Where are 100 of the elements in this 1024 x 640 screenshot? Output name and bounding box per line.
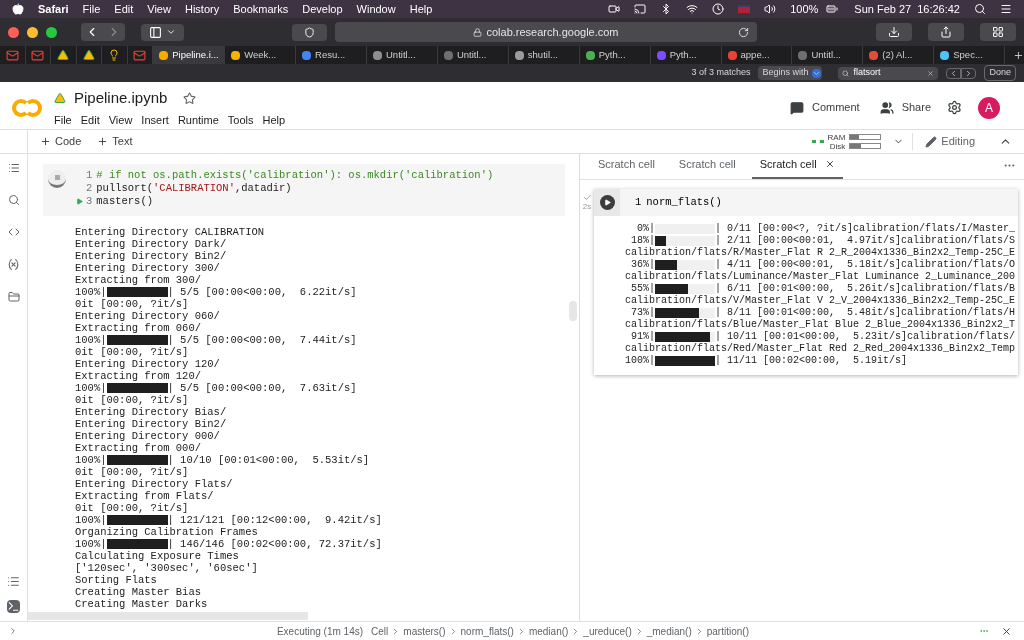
scratch-tab[interactable]: Scratch cell: [670, 155, 744, 179]
drive-icon[interactable]: [57, 49, 70, 61]
menu-item[interactable]: Help: [409, 0, 433, 18]
menu-item[interactable]: Window: [356, 0, 396, 18]
control-center-icon[interactable]: [1000, 3, 1012, 15]
mail-icon[interactable]: [133, 48, 147, 62]
address-bar[interactable]: colab.research.google.com: [335, 22, 757, 42]
code-snippets-icon[interactable]: [7, 226, 20, 238]
notebook-title[interactable]: Pipeline.ipynb: [74, 87, 168, 110]
scratch-tab[interactable]: Scratch cell: [751, 155, 843, 179]
editing-mode-button[interactable]: Editing: [912, 133, 987, 150]
terminal-icon[interactable]: [7, 600, 20, 613]
menu-date[interactable]: Sun Feb 27: [854, 0, 912, 18]
breadcrumb-item[interactable]: median(): [528, 623, 569, 639]
breadcrumb-item[interactable]: masters(): [403, 623, 446, 639]
menu-item[interactable]: Insert: [141, 111, 169, 128]
share-button[interactable]: [928, 23, 964, 41]
breadcrumb-item[interactable]: norm_flats(): [460, 623, 514, 639]
output-text: | 4/11 [00:00<00:01, 5.18it/s]calibration/flats/O: [715, 259, 1016, 271]
next-match-button[interactable]: [961, 67, 977, 79]
breadcrumb-item[interactable]: _ureduce(): [583, 623, 632, 639]
search-icon[interactable]: [974, 3, 986, 15]
volume-icon[interactable]: [764, 3, 777, 15]
menu-item[interactable]: Runtime: [177, 111, 219, 128]
find-field[interactable]: flatsort: [838, 66, 939, 80]
menu-item[interactable]: View: [147, 0, 171, 18]
clock-icon[interactable]: [712, 3, 725, 15]
airplay-icon[interactable]: [634, 3, 647, 15]
menu-time[interactable]: 16:26:42: [917, 0, 960, 18]
app-menu[interactable]: Safari: [38, 0, 69, 18]
menu-item[interactable]: Edit: [80, 111, 100, 128]
minimize-button[interactable]: [27, 26, 38, 38]
output-text: 0it [00:00, ?it/s]: [75, 298, 189, 310]
stop-button[interactable]: [48, 170, 66, 188]
menu-item[interactable]: File: [54, 111, 72, 128]
code-line: masters(): [96, 195, 154, 208]
close-icon[interactable]: [1001, 625, 1012, 637]
share-button[interactable]: Share: [879, 99, 931, 116]
battery-icon[interactable]: [824, 3, 841, 15]
search-icon[interactable]: [7, 194, 20, 206]
add-code-button[interactable]: Code: [40, 133, 82, 150]
output-text: Entering Directory 000/: [75, 430, 220, 442]
mail-icon[interactable]: [5, 48, 19, 62]
privacy-button[interactable]: [292, 23, 327, 41]
comment-button[interactable]: Comment: [789, 99, 860, 116]
reload-icon[interactable]: [738, 26, 749, 38]
done-button[interactable]: Done: [984, 65, 1016, 81]
menu-item[interactable]: Tools: [227, 111, 254, 128]
close-icon[interactable]: [824, 158, 835, 169]
new-tab-icon[interactable]: [1013, 49, 1024, 61]
match-mode-select[interactable]: Begins with: [758, 66, 823, 80]
breadcrumb-item[interactable]: _median(): [646, 623, 692, 639]
line-number: 3: [86, 195, 93, 208]
menu-item[interactable]: View: [108, 111, 133, 128]
play-icon: [603, 199, 611, 206]
scrollbar-thumb[interactable]: [28, 612, 308, 620]
menu-item[interactable]: Bookmarks: [233, 0, 289, 18]
run-button[interactable]: [594, 189, 620, 216]
output-text: 100%|: [625, 355, 655, 367]
wifi-icon[interactable]: [686, 3, 699, 15]
files-icon[interactable]: [7, 291, 20, 303]
drive-icon[interactable]: [82, 49, 95, 61]
output-text: Creating Master Bias: [75, 586, 202, 598]
zoom-button[interactable]: [46, 26, 57, 38]
download-button[interactable]: [876, 23, 912, 41]
close-button[interactable]: [8, 26, 19, 38]
resource-meter[interactable]: RAM Disk: [827, 132, 882, 151]
user-avatar[interactable]: A: [978, 96, 1000, 119]
menu-item[interactable]: Develop: [302, 0, 343, 18]
search-icon: [842, 68, 850, 78]
chevron-down-icon: [166, 27, 176, 37]
star-icon[interactable]: [183, 91, 197, 105]
output-text: Extracting from 300/: [75, 274, 202, 286]
previous-match-button[interactable]: [946, 67, 962, 79]
table-of-contents-icon[interactable]: [7, 162, 20, 174]
shield-icon: [304, 26, 315, 38]
settings-icon[interactable]: [947, 100, 962, 115]
breadcrumb-item[interactable]: partition(): [706, 623, 749, 639]
menu-item[interactable]: Edit: [114, 0, 134, 18]
menu-item[interactable]: Help: [262, 111, 286, 128]
scrollbar-thumb[interactable]: [569, 301, 577, 321]
menu-item[interactable]: File: [82, 0, 101, 18]
breadcrumb-item[interactable]: Cell: [371, 623, 389, 639]
scratch-tab[interactable]: Scratch cell: [590, 155, 663, 179]
mail-icon[interactable]: [31, 48, 45, 62]
output-text: | 10/11 [00:01<00:00, 5.23it/s]calibration/flats/: [715, 331, 1016, 343]
tab-overview-button[interactable]: [980, 23, 1016, 41]
menu-item[interactable]: History: [184, 0, 220, 18]
bulb-icon[interactable]: [108, 49, 121, 61]
clear-icon[interactable]: [927, 68, 935, 78]
find-input[interactable]: flatsort: [853, 66, 924, 80]
expand-icon[interactable]: [8, 626, 18, 636]
drive-icon: [54, 92, 66, 105]
command-palette-icon[interactable]: [7, 575, 20, 588]
add-text-button[interactable]: Text: [97, 133, 133, 150]
apple-icon[interactable]: [12, 3, 24, 15]
sidebar-button[interactable]: [141, 23, 184, 41]
browser-tab[interactable]: Pipeline.i...: [153, 46, 226, 64]
camera-icon[interactable]: [608, 3, 621, 15]
variables-icon[interactable]: [7, 258, 20, 271]
